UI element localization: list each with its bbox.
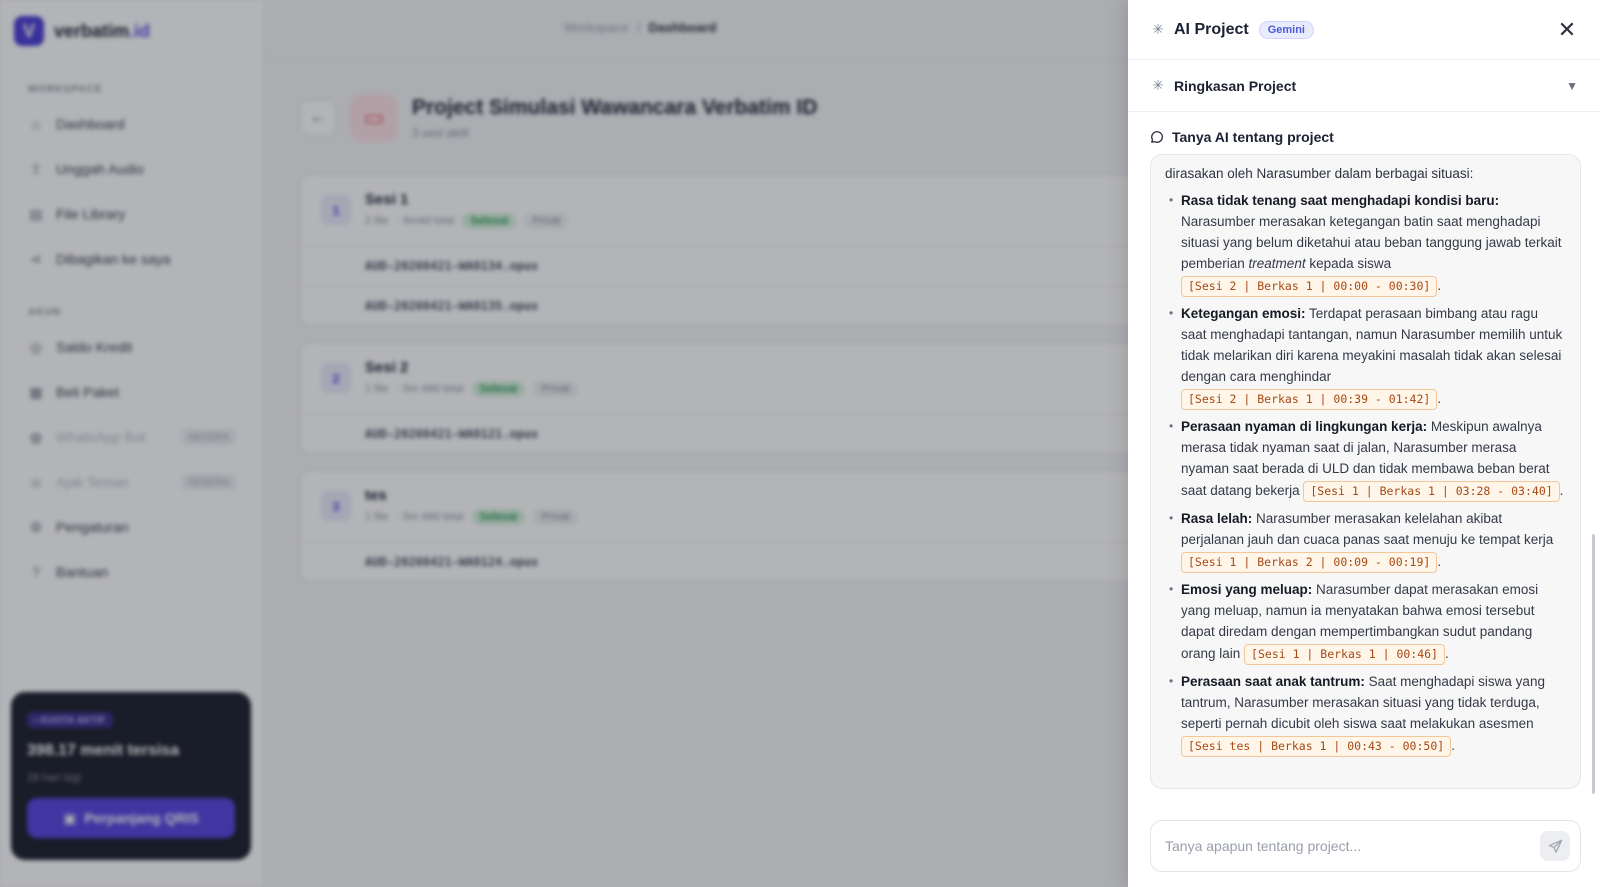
summary-label: Ringkasan Project [1174,77,1297,94]
item-title: Rasa lelah: [1181,511,1253,526]
bullet-icon: • [1169,193,1174,207]
send-icon [1548,839,1562,853]
citation-chip[interactable]: [Sesi 1 | Berkas 1 | 00:46] [1244,644,1445,665]
close-button[interactable]: ✕ [1556,17,1578,43]
chat-scrollbar[interactable] [1592,154,1596,794]
citation-chip[interactable]: [Sesi 2 | Berkas 1 | 00:00 - 00:30] [1181,276,1438,297]
send-button[interactable] [1540,831,1570,861]
panel-title: AI Project [1174,20,1249,38]
bullet-icon: • [1169,582,1174,596]
bullet-icon: • [1169,306,1174,320]
item-title: Perasaan saat anak tantrum: [1181,674,1365,689]
list-item: • Perasaan nyaman di lingkungan kerja: M… [1165,416,1566,502]
item-body-after: kepada siswa [1305,256,1392,271]
citation-chip[interactable]: [Sesi tes | Berkas 1 | 00:43 - 00:50] [1181,736,1452,757]
item-emphasis: treatment [1248,256,1306,271]
panel-header: ✳ AI Project Gemini ✕ [1128,0,1600,60]
answer-intro: dirasakan oleh Narasumber dalam berbagai… [1165,166,1474,181]
list-item: • Emosi yang meluap: Narasumber dapat me… [1165,579,1566,665]
list-item: • Perasaan saat anak tantrum: Saat mengh… [1165,671,1566,757]
item-title: Rasa tidak tenang saat menghadapi kondis… [1181,193,1500,208]
scrollbar-thumb[interactable] [1592,534,1595,794]
item-title: Perasaan nyaman di lingkungan kerja: [1181,419,1428,434]
bullet-icon: • [1169,419,1174,433]
item-title: Ketegangan emosi: [1181,306,1306,321]
ai-answer-message: dirasakan oleh Narasumber dalam berbagai… [1150,154,1581,789]
sparkle-icon: ✳ [1152,77,1164,93]
caret-down-icon: ▼ [1566,78,1578,93]
list-item: • Ketegangan emosi: Terdapat perasaan bi… [1165,303,1566,410]
bullet-icon: • [1169,511,1174,525]
model-badge: Gemini [1258,20,1314,39]
ask-ai-label: Tanya AI tentang project [1172,129,1334,145]
citation-chip[interactable]: [Sesi 1 | Berkas 1 | 03:28 - 03:40] [1303,481,1560,502]
sparkle-icon: ✳ [1152,21,1164,37]
item-title: Emosi yang meluap: [1181,582,1313,597]
citation-chip[interactable]: [Sesi 2 | Berkas 1 | 00:39 - 01:42] [1181,389,1438,410]
citation-chip[interactable]: [Sesi 1 | Berkas 2 | 00:09 - 00:19] [1181,552,1438,573]
project-summary-toggle[interactable]: ✳ Ringkasan Project ▼ [1128,60,1600,112]
list-item: • Rasa tidak tenang saat menghadapi kond… [1165,190,1566,297]
chat-bubble-icon [1151,131,1163,143]
chat-input[interactable] [1165,838,1540,854]
list-item: • Rasa lelah: Narasumber merasakan kelel… [1165,508,1566,573]
bullet-icon: • [1169,674,1174,688]
chat-input-box [1150,820,1581,872]
